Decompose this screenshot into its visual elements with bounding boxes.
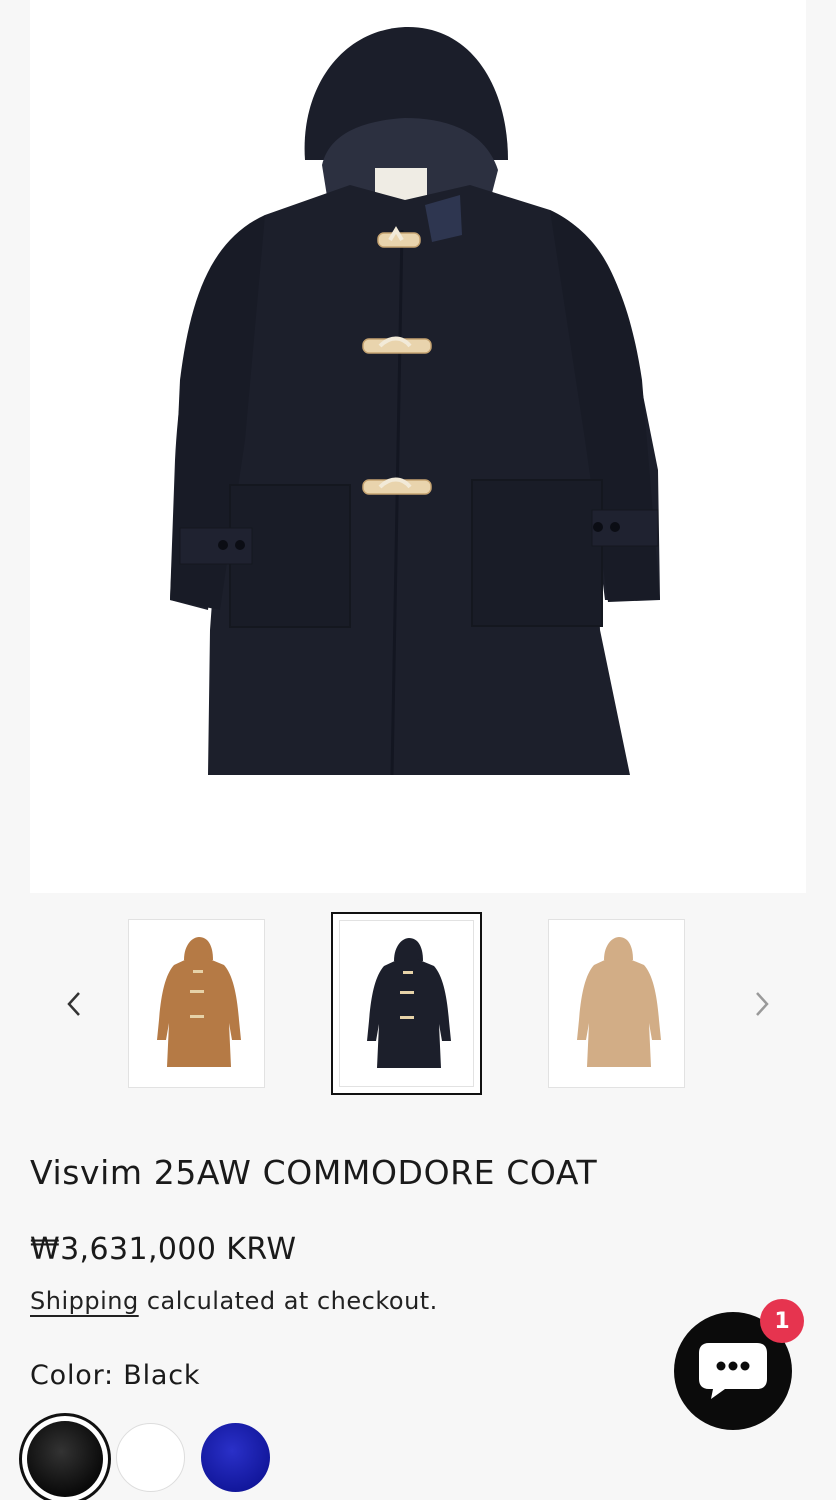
product-page: Visvim 25AW COMMODORE COAT ₩3,631,000 KR… [0, 0, 836, 1500]
chat-notification-badge: 1 [760, 1299, 804, 1343]
shipping-note-text: calculated at checkout. [138, 1287, 438, 1315]
product-title: Visvim 25AW COMMODORE COAT [30, 1153, 598, 1192]
product-price: ₩3,631,000 KRW [30, 1232, 297, 1267]
swatch-white[interactable] [116, 1423, 185, 1492]
thumbnail-beige[interactable] [548, 919, 685, 1088]
thumbnail-camel[interactable] [128, 919, 265, 1088]
chevron-left-icon [67, 992, 80, 1016]
duffle-coat-image [170, 26, 660, 776]
color-label: Color: Black [30, 1360, 201, 1391]
chat-bubble-icon [699, 1343, 767, 1399]
carousel-next-button[interactable] [742, 984, 782, 1024]
swatch-blue[interactable] [201, 1423, 270, 1492]
shipping-note: Shipping calculated at checkout. [30, 1287, 438, 1315]
chevron-right-icon [756, 992, 769, 1016]
main-product-image[interactable] [30, 0, 806, 893]
carousel-prev-button[interactable] [54, 984, 94, 1024]
thumbnail-navy-selected[interactable] [331, 912, 482, 1095]
coat-thumbnail-image [367, 938, 451, 1068]
shipping-link[interactable]: Shipping [30, 1287, 139, 1315]
coat-thumbnail-image [577, 937, 661, 1067]
thumbnail-carousel [0, 912, 836, 1096]
coat-thumbnail-image [157, 937, 241, 1067]
swatch-black[interactable] [27, 1421, 103, 1497]
